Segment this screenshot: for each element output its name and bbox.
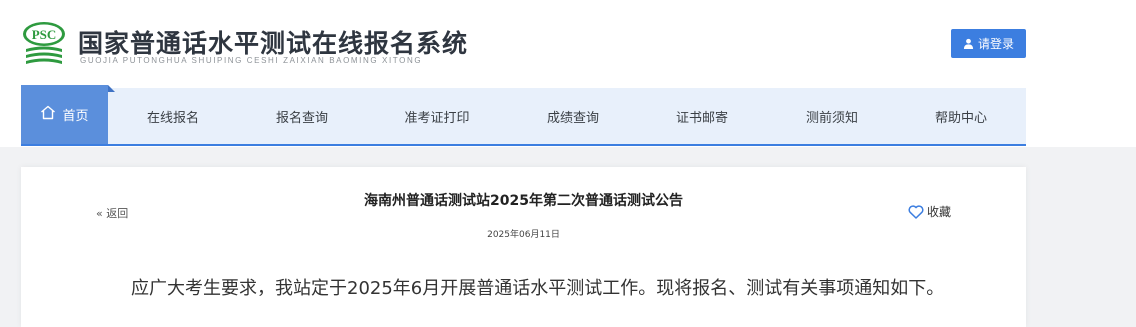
nav-item-test-notice[interactable]: 测前须知	[790, 88, 874, 144]
nav-item-label: 测前须知	[805, 110, 858, 126]
nav-item-label: 证书邮寄	[675, 110, 728, 126]
login-button[interactable]: 请登录	[951, 29, 1026, 58]
home-icon	[40, 105, 56, 124]
psc-logo-icon: PSC	[20, 20, 68, 68]
nav-item-register-query[interactable]: 报名查询	[260, 88, 344, 144]
favorite-label: 收藏	[927, 205, 952, 219]
nav-item-score-query[interactable]: 成绩查询	[531, 88, 615, 144]
nav-item-admission-print[interactable]: 准考证打印	[382, 88, 492, 144]
logo-text: PSC	[32, 27, 57, 42]
nav-item-label: 成绩查询	[546, 110, 599, 126]
nav-item-online-register[interactable]: 在线报名	[131, 88, 215, 144]
main-nav: 首页 在线报名 报名查询 准考证打印 成绩查询 证书邮寄 测前须知 帮助中心	[21, 85, 1026, 146]
heart-icon	[908, 204, 924, 219]
site-subtitle: GUOJIA PUTONGHUA SHUIPING CESHI ZAIXIAN …	[80, 56, 423, 65]
site-title: 国家普通话水平测试在线报名系统	[78, 29, 469, 58]
article-card: « 返回 海南州普通话测试站2025年第二次普通话测试公告 2025年06月11…	[21, 167, 1026, 327]
nav-item-certificate-mail[interactable]: 证书邮寄	[660, 88, 744, 144]
nav-item-label: 报名查询	[275, 110, 328, 126]
nav-item-home[interactable]: 首页	[21, 85, 115, 144]
nav-item-label: 帮助中心	[934, 110, 987, 126]
nav-item-label: 准考证打印	[404, 110, 470, 126]
article-date: 2025年06月11日	[487, 230, 560, 240]
nav-item-help-center[interactable]: 帮助中心	[919, 88, 1003, 144]
nav-item-label: 首页	[62, 109, 89, 124]
favorite-button[interactable]: 收藏	[908, 203, 951, 220]
article-title: 海南州普通话测试站2025年第二次普通话测试公告	[364, 193, 683, 209]
user-icon	[963, 38, 974, 49]
login-label: 请登录	[977, 37, 1014, 51]
article-body: 应广大考生要求，我站定于2025年6月开展普通话水平测试工作。现将报名、测试有关…	[131, 278, 945, 299]
nav-item-label: 在线报名	[146, 110, 199, 126]
